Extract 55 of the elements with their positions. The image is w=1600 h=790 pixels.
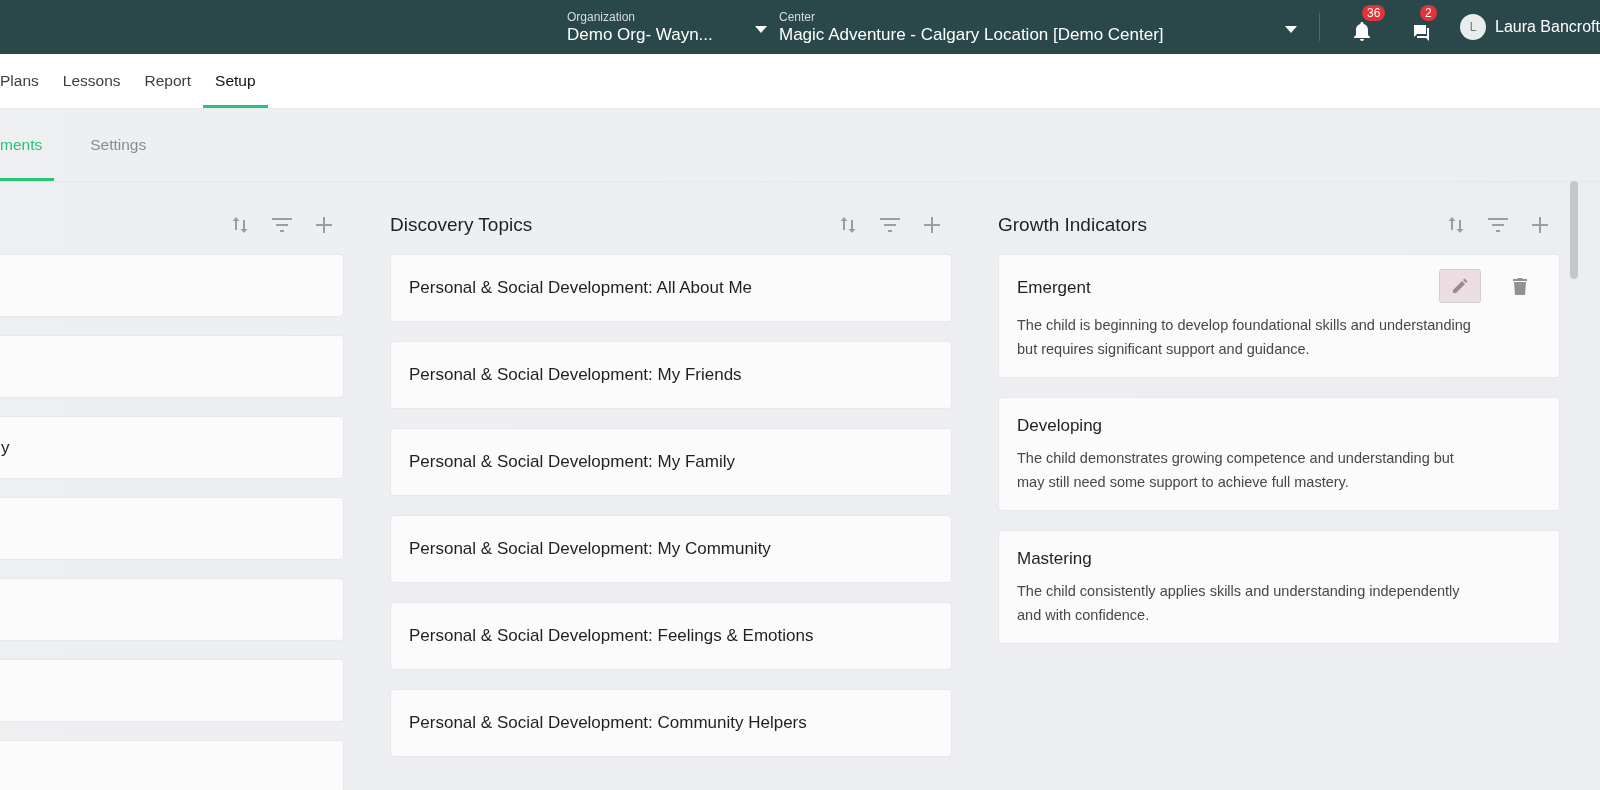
selector-value: Magic Adventure - Calgary Location [Demo Center] [779,23,1164,45]
plus-icon [924,217,940,233]
sort-icon [840,216,856,234]
caret-icon [1285,25,1297,33]
card-title: Personal & Social Development: Community Helpers [409,713,807,733]
filter-icon [1488,218,1508,232]
card[interactable]: Personal & Social Development: My Community [390,515,952,583]
nav-tab[interactable]: Report [132,54,204,108]
caret-icon [755,25,767,33]
card[interactable]: Emergent The child is beginning to develop foundational skills and understanding but requires significant support and guidance. [998,254,1560,378]
sort-icon [232,216,248,234]
card-title: Emergent [1017,278,1091,298]
user-menu[interactable]: L Laura Bancroft [1460,14,1600,40]
card[interactable]: Developing The child demonstrates growing competence and understanding but may still need some support to achieve full mastery. [998,397,1560,511]
plus-icon [316,217,332,233]
user-name: Laura Bancroft [1495,18,1600,36]
column-title: Growth Indicators [998,214,1147,236]
nav-tab[interactable]: Lessons [50,54,133,108]
user-avatar: L [1460,14,1486,40]
plus-icon [1532,217,1548,233]
selector-label: Organization [567,9,637,24]
count-badge: 36 [1362,5,1386,21]
center-selector[interactable]: Center Magic Adventure - Calgary Location [Demo Center] [779,9,1297,45]
card[interactable]: Personal & Social Development: My Friends [390,341,952,409]
card[interactable]: Personal & Social Development: Community Helpers [390,689,952,757]
card-description: The child is beginning to develop foundational skills and understanding but requires significant support and guidance. [1017,316,1472,359]
pencil-icon [1452,278,1468,294]
card[interactable]: y [0,416,344,479]
edit-button[interactable] [1439,269,1481,303]
card[interactable]: Mastering The child consistently applies skills and understanding independently and with confidence. [998,530,1560,644]
notifications-button[interactable] [1352,22,1372,42]
card-description: The child consistently applies skills and understanding independently and with confidence. [1017,582,1461,625]
card-description: The child demonstrates growing competence and understanding but may still need some support to achieve full mastery. [1017,449,1455,492]
trash-icon [1513,277,1527,295]
filter-icon [272,218,292,232]
organization-selector[interactable]: Organization Demo Org- Wayn... [567,9,767,45]
card-title: Developing [1017,416,1103,436]
card[interactable]: Personal & Social Development: All About Me [390,254,952,322]
card-title: Personal & Social Development: My Family [409,452,735,472]
selector-value: Demo Org- Wayn... [567,24,713,45]
card[interactable]: Personal & Social Development: My Family [390,428,952,496]
card-title: Personal & Social Development: All About Me [409,278,753,298]
nav-tab[interactable]: Plans [0,54,51,108]
card-title: Personal & Social Development: My Community [409,539,771,559]
filter-icon [880,218,900,232]
count-badge: 2 [1420,5,1437,21]
column-title: Discovery Topics [390,214,533,236]
sort-icon [1448,216,1464,234]
card-title: Personal & Social Development: Feelings & Emotions [409,626,814,646]
bell-icon [1353,22,1371,42]
card-title: y [1,437,10,458]
card-title: Mastering [1017,549,1092,569]
selector-label: Center [779,9,817,24]
card[interactable]: Personal & Social Development: Feelings & Emotions [390,602,952,670]
card-title: Personal & Social Development: My Friends [409,365,742,385]
